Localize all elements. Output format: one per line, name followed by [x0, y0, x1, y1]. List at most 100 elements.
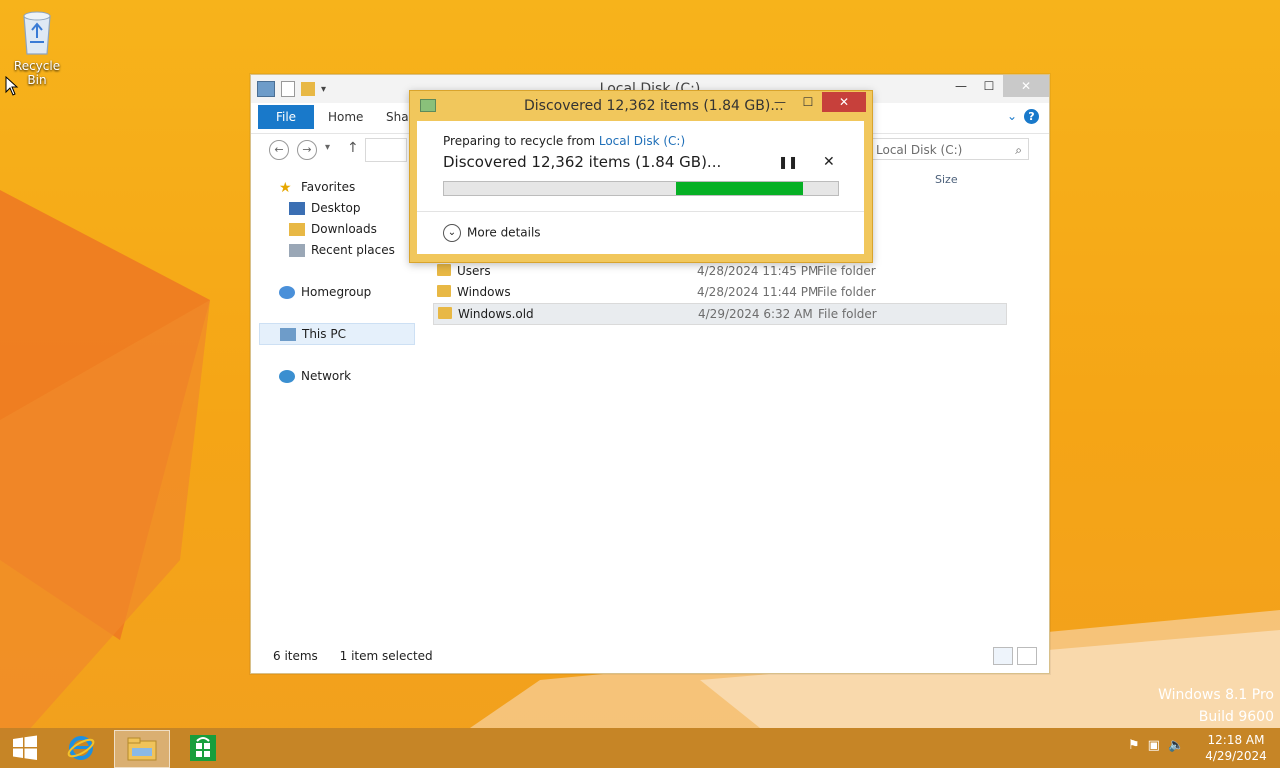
folder-icon: [437, 285, 451, 297]
discovered-status: Discovered 12,362 items (1.84 GB)...: [443, 153, 722, 171]
column-header-size[interactable]: Size: [935, 173, 958, 186]
file-type: File folder: [817, 264, 876, 278]
recycle-progress-dialog: Discovered 12,362 items (1.84 GB)... — ☐…: [409, 90, 873, 263]
dialog-body: Preparing to recycle from Local Disk (C:…: [417, 121, 864, 254]
windows-logo-icon: [13, 735, 37, 760]
help-icon[interactable]: ?: [1024, 109, 1039, 124]
search-icon: ⌕: [1015, 143, 1022, 157]
star-icon: ★: [279, 179, 292, 196]
system-tray: ⚑ ▣ 🔈: [1128, 738, 1184, 753]
file-type: File folder: [817, 285, 876, 299]
file-date: 4/28/2024 11:45 PM: [697, 264, 819, 278]
desktop-icon: [289, 202, 305, 215]
maximize-button[interactable]: ☐: [975, 75, 1003, 97]
dialog-window-controls: — ☐ ✕: [766, 92, 866, 112]
clock-time: 12:18 AM: [1207, 733, 1265, 747]
watermark-edition: Windows 8.1 Pro: [1158, 687, 1274, 703]
network-status-icon[interactable]: ▣: [1148, 738, 1160, 753]
details-view-icon[interactable]: [993, 647, 1013, 665]
taskbar-clock[interactable]: 12:18 AM 4/29/2024: [1204, 732, 1268, 764]
chevron-down-icon: ⌄: [443, 224, 461, 242]
ribbon-expand-icon[interactable]: ⌄: [1007, 109, 1017, 123]
sidebar-label: Favorites: [301, 180, 356, 194]
store-icon: [190, 735, 216, 761]
sidebar-label: Downloads: [311, 222, 377, 236]
source-link[interactable]: Local Disk (C:): [599, 134, 685, 148]
taskbar-store[interactable]: [180, 730, 226, 766]
file-operation-icon: [420, 99, 436, 112]
sidebar-item-favorites[interactable]: ★ Favorites: [279, 177, 355, 197]
selection-count: 1 item selected: [339, 649, 433, 663]
taskbar-file-explorer[interactable]: [114, 730, 170, 768]
folder-icon: [437, 264, 451, 276]
file-name: Users: [457, 264, 491, 278]
sidebar-item-downloads[interactable]: Downloads: [289, 219, 377, 239]
recent-locations-icon[interactable]: ▾: [325, 142, 330, 153]
file-row[interactable]: Users 4/28/2024 11:45 PM File folder: [433, 261, 1005, 281]
dialog-maximize-button[interactable]: ☐: [794, 92, 822, 112]
progress-fill: [676, 182, 803, 195]
action-center-flag-icon[interactable]: ⚑: [1128, 738, 1140, 753]
dialog-titlebar[interactable]: Discovered 12,362 items (1.84 GB)... — ☐…: [410, 91, 872, 121]
sidebar-item-homegroup[interactable]: Homegroup: [279, 282, 371, 302]
watermark-build: Build 9600: [1198, 709, 1274, 725]
network-icon: [279, 370, 295, 383]
sidebar-label: Desktop: [311, 201, 361, 215]
sidebar-item-this-pc[interactable]: This PC: [259, 323, 415, 345]
tab-file[interactable]: File: [258, 105, 314, 129]
start-button[interactable]: [2, 730, 48, 766]
sidebar-label: This PC: [302, 327, 346, 341]
dialog-minimize-button[interactable]: —: [766, 92, 794, 112]
sidebar-label: Recent places: [311, 243, 395, 257]
large-icons-view-icon[interactable]: [1017, 647, 1037, 665]
sidebar-item-recent[interactable]: Recent places: [289, 240, 395, 260]
file-row[interactable]: Windows 4/28/2024 11:44 PM File folder: [433, 282, 1005, 302]
more-details-label: More details: [467, 225, 541, 240]
file-date: 4/29/2024 6:32 AM: [698, 307, 813, 321]
sidebar-item-network[interactable]: Network: [279, 366, 351, 386]
homegroup-icon: [279, 286, 295, 299]
dialog-close-button[interactable]: ✕: [822, 92, 866, 112]
up-button[interactable]: ↑: [347, 140, 359, 156]
folder-icon: [438, 307, 452, 319]
windows-watermark: Windows 8.1 Pro Build 9600: [1158, 684, 1274, 728]
minimize-button[interactable]: —: [947, 75, 975, 97]
forward-button[interactable]: →: [297, 140, 317, 160]
file-explorer-icon: [127, 737, 157, 761]
view-switcher: [993, 647, 1037, 665]
file-date: 4/28/2024 11:44 PM: [697, 285, 819, 299]
downloads-folder-icon: [289, 223, 305, 236]
sidebar-label: Homegroup: [301, 285, 372, 299]
internet-explorer-icon: [67, 736, 95, 760]
taskbar: ⚑ ▣ 🔈 12:18 AM 4/29/2024: [0, 728, 1280, 768]
file-name: Windows.old: [458, 307, 534, 321]
pause-button[interactable]: ❚❚: [778, 155, 798, 169]
preparing-text: Preparing to recycle from Local Disk (C:…: [443, 134, 685, 148]
file-row-selected[interactable]: Windows.old 4/29/2024 6:32 AM File folde…: [433, 303, 1007, 325]
mouse-cursor-icon: [5, 76, 19, 96]
computer-icon: [280, 328, 296, 341]
close-button[interactable]: ✕: [1003, 75, 1049, 97]
dialog-title: Discovered 12,362 items (1.84 GB)...: [524, 98, 784, 114]
item-count: 6 items: [273, 649, 318, 663]
file-name: Windows: [457, 285, 511, 299]
dialog-divider: [417, 211, 864, 212]
search-input[interactable]: Local Disk (C:) ⌕: [869, 138, 1029, 160]
recent-places-icon: [289, 244, 305, 257]
progress-bar: [443, 181, 839, 196]
search-placeholder: Local Disk (C:): [876, 143, 963, 157]
more-details-toggle[interactable]: ⌄ More details: [443, 224, 541, 242]
status-bar: 6 items 1 item selected: [273, 649, 451, 663]
tab-home[interactable]: Home: [328, 105, 363, 129]
taskbar-internet-explorer[interactable]: [58, 730, 104, 766]
address-bar[interactable]: [365, 138, 407, 162]
clock-date: 4/29/2024: [1205, 749, 1267, 763]
file-type: File folder: [818, 307, 877, 321]
volume-muted-icon[interactable]: 🔈: [1168, 738, 1184, 753]
sidebar-label: Network: [301, 369, 352, 383]
cancel-button[interactable]: ✕: [823, 154, 835, 170]
recycle-bin-icon: [23, 11, 51, 55]
preparing-prefix: Preparing to recycle from: [443, 134, 596, 148]
sidebar-item-desktop[interactable]: Desktop: [289, 198, 361, 218]
back-button[interactable]: ←: [269, 140, 289, 160]
